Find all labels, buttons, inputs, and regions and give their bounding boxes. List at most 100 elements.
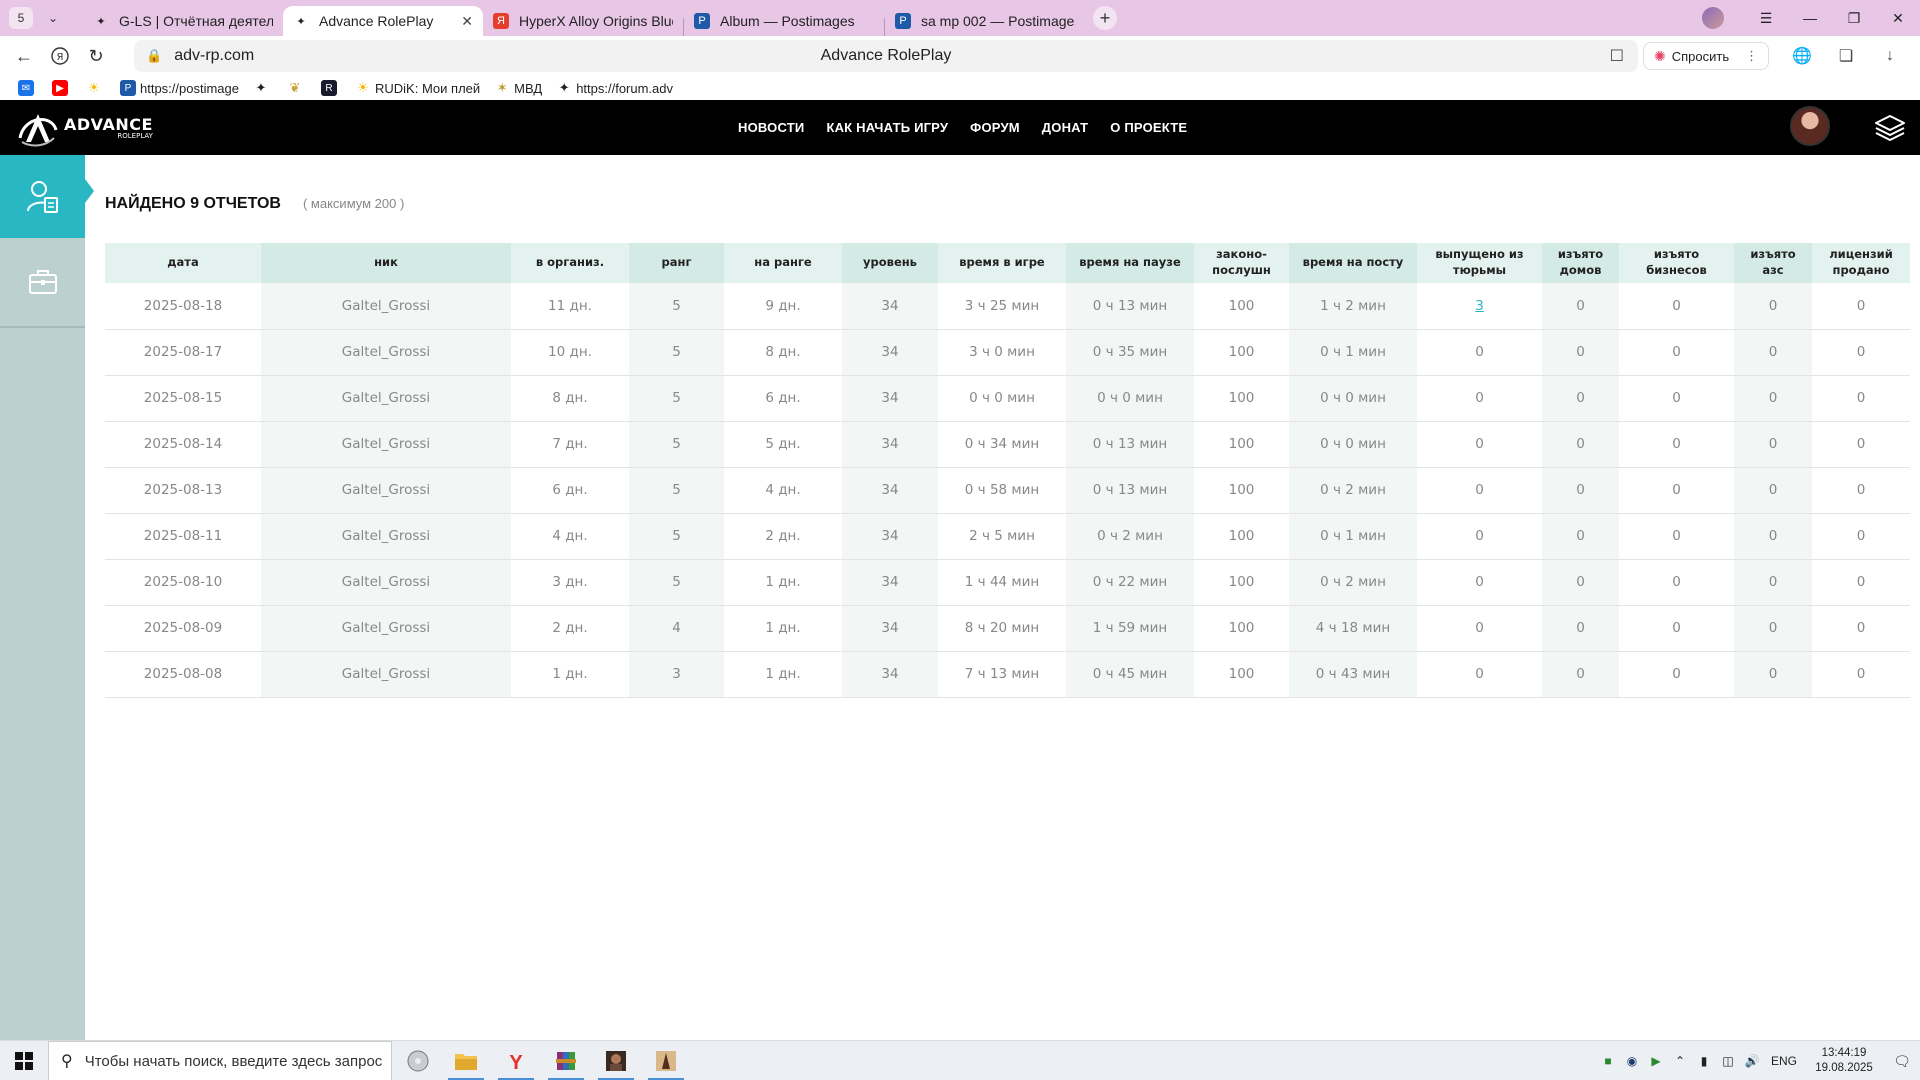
menu-icon[interactable]: ☰: [1744, 10, 1788, 27]
back-button[interactable]: ←: [6, 38, 42, 74]
language-indicator[interactable]: ENG: [1764, 1054, 1804, 1068]
page-title: Advance RolePlay: [820, 47, 952, 64]
minimize-button[interactable]: —: [1788, 10, 1832, 26]
sidebar-item-reports[interactable]: [0, 155, 94, 238]
taskbar-app-game2[interactable]: [642, 1041, 690, 1080]
nvidia-icon[interactable]: ■: [1596, 1054, 1620, 1068]
cell-date: 2025-08-11: [105, 513, 261, 560]
taskbar-app-game1[interactable]: [592, 1041, 640, 1080]
windows-start-button[interactable]: [0, 1041, 48, 1080]
cell-licenses-sold: 0: [1812, 329, 1910, 376]
volume-icon[interactable]: 🔊: [1740, 1054, 1764, 1068]
ask-label: Спросить: [1671, 48, 1730, 64]
bookmark-item[interactable]: ✉: [18, 80, 38, 96]
nav-link[interactable]: КАК НАЧАТЬ ИГРУ: [826, 120, 948, 135]
cell-licenses-sold: 0: [1812, 421, 1910, 468]
tab-title: HyperX Alloy Origins Blue: [519, 13, 673, 29]
bookmark-item[interactable]: R: [321, 80, 341, 96]
bookmark-item[interactable]: ☀: [86, 80, 106, 96]
cell-gas-stations-seized: 0: [1734, 467, 1812, 514]
bookmark-label: https://forum.adv: [576, 80, 674, 96]
ai-assistant-icon: ✺: [1654, 47, 1666, 64]
browser-tab[interactable]: P Album — Postimages: [684, 6, 884, 36]
cell-licenses-sold: 0: [1812, 283, 1910, 330]
cell-in-org: 6 дн.: [511, 467, 629, 514]
cell-gas-stations-seized: 0: [1734, 559, 1812, 606]
cell-law-abiding: 100: [1194, 605, 1289, 652]
cell-licenses-sold: 0: [1812, 605, 1910, 652]
yandex-icon[interactable]: Я: [42, 38, 78, 74]
table-row: 2025-08-14 Galtel_Grossi 7 дн. 5 5 дн. 34 0 ч …: [105, 421, 1910, 468]
taskbar-app-winrar[interactable]: [542, 1041, 590, 1080]
browser-tab[interactable]: Psa mp 002 — Postimages: [885, 6, 1085, 36]
user-avatar[interactable]: [1790, 106, 1830, 146]
cell-businesses-seized: 0: [1619, 513, 1734, 560]
nav-link[interactable]: НОВОСТИ: [738, 120, 804, 135]
released-from-jail-link[interactable]: 3: [1475, 298, 1484, 314]
bookmark-item[interactable]: ❦: [287, 80, 307, 96]
bookmark-icon[interactable]: ☐: [1610, 46, 1624, 66]
bookmark-item[interactable]: ☀ RUDiK: Мои плей: [355, 80, 480, 96]
found-max-note: ( максимум 200 ): [302, 196, 405, 211]
cell-law-abiding: 100: [1194, 329, 1289, 376]
cell-houses-seized: 0: [1542, 421, 1619, 468]
collections-icon[interactable]: ❏: [1824, 40, 1868, 72]
download-icon[interactable]: ↓: [1868, 40, 1912, 72]
notification-icon[interactable]: 🗨: [1884, 1053, 1920, 1070]
cell-date: 2025-08-14: [105, 421, 261, 468]
close-window-button[interactable]: ✕: [1876, 10, 1920, 27]
taskbar-app-explorer[interactable]: [442, 1041, 490, 1080]
more-icon[interactable]: ⋮: [1745, 48, 1758, 64]
browser-tab[interactable]: Я HyperX Alloy Origins Blue: [483, 6, 683, 36]
bookmark-item[interactable]: ✦: [253, 80, 273, 96]
briefcase-icon: [28, 270, 57, 294]
nav-link[interactable]: ДОНАТ: [1042, 120, 1088, 135]
taskbar-clock[interactable]: 13:44:19 19.08.2025: [1804, 1046, 1884, 1076]
taskbar-search[interactable]: ⚲ Чтобы начать поиск, введите здесь запр…: [48, 1041, 392, 1080]
cell-pause-time: 0 ч 35 мин: [1066, 329, 1194, 376]
chevron-down-icon[interactable]: ⌄: [41, 6, 65, 30]
taskbar-app-yandex[interactable]: Y: [492, 1041, 540, 1080]
cell-businesses-seized: 0: [1619, 651, 1734, 698]
tab-count-button[interactable]: 5: [9, 7, 33, 29]
cell-houses-seized: 0: [1542, 375, 1619, 422]
taskbar-app-cortana[interactable]: [394, 1041, 442, 1080]
reload-button[interactable]: ↻: [78, 38, 114, 74]
new-tab-button[interactable]: +: [1093, 6, 1117, 30]
close-tab-icon[interactable]: ✕: [461, 13, 473, 30]
bookmark-item[interactable]: ▶: [52, 80, 72, 96]
profile-avatar[interactable]: [1702, 7, 1724, 29]
bookmark-item[interactable]: Phttps://postimage: [120, 80, 239, 96]
nav-link[interactable]: ФОРУМ: [970, 120, 1020, 135]
ask-ai-button[interactable]: ✺ Спросить ⋮: [1643, 42, 1770, 70]
cell-houses-seized: 0: [1542, 651, 1619, 698]
cell-houses-seized: 0: [1542, 283, 1619, 330]
sidebar-item-work[interactable]: [0, 238, 85, 328]
cell-released-from-jail: 0: [1417, 467, 1542, 514]
cell-post-time: 0 ч 2 мин: [1289, 467, 1417, 514]
site-logo[interactable]: ADVANCE ROLEPLAY: [16, 108, 153, 148]
network-icon[interactable]: ◫: [1716, 1054, 1740, 1068]
translate-icon[interactable]: 🌐: [1780, 40, 1824, 72]
table-row: 2025-08-10 Galtel_Grossi 3 дн. 5 1 дн. 34 1 ч …: [105, 559, 1910, 606]
cell-level: 34: [842, 375, 938, 422]
bookmark-item[interactable]: ✶ МВД: [494, 80, 542, 96]
chevron-up-icon[interactable]: ⌃: [1668, 1054, 1692, 1068]
bookmark-item[interactable]: ✦ https://forum.adv: [556, 80, 673, 96]
tab-favicon-icon: Я: [493, 13, 509, 29]
steam-icon[interactable]: ◉: [1620, 1054, 1644, 1068]
browser-tab[interactable]: ✦ G-LS | Отчётная деятельн: [83, 6, 283, 36]
battery-icon[interactable]: ▮: [1692, 1054, 1716, 1068]
column-header-houses-seized: изъято домов: [1542, 243, 1619, 283]
browser-tab[interactable]: ✦ Advance RolePlay ✕: [283, 6, 483, 36]
disc-icon: [407, 1050, 429, 1072]
reports-table: дата ник в организ. ранг на ранге уровень врем…: [105, 243, 1910, 698]
cell-play-time: 1 ч 44 мин: [938, 559, 1066, 606]
cell-houses-seized: 0: [1542, 513, 1619, 560]
nav-link[interactable]: О ПРОЕКТЕ: [1110, 120, 1187, 135]
restore-button[interactable]: ❐: [1832, 10, 1876, 27]
nvidia-share-icon[interactable]: ▶: [1644, 1054, 1668, 1068]
url-field[interactable]: 🔒 adv-rp.com Advance RolePlay ☐: [134, 40, 1638, 72]
layers-icon[interactable]: [1874, 112, 1906, 144]
cell-pause-time: 0 ч 2 мин: [1066, 513, 1194, 560]
